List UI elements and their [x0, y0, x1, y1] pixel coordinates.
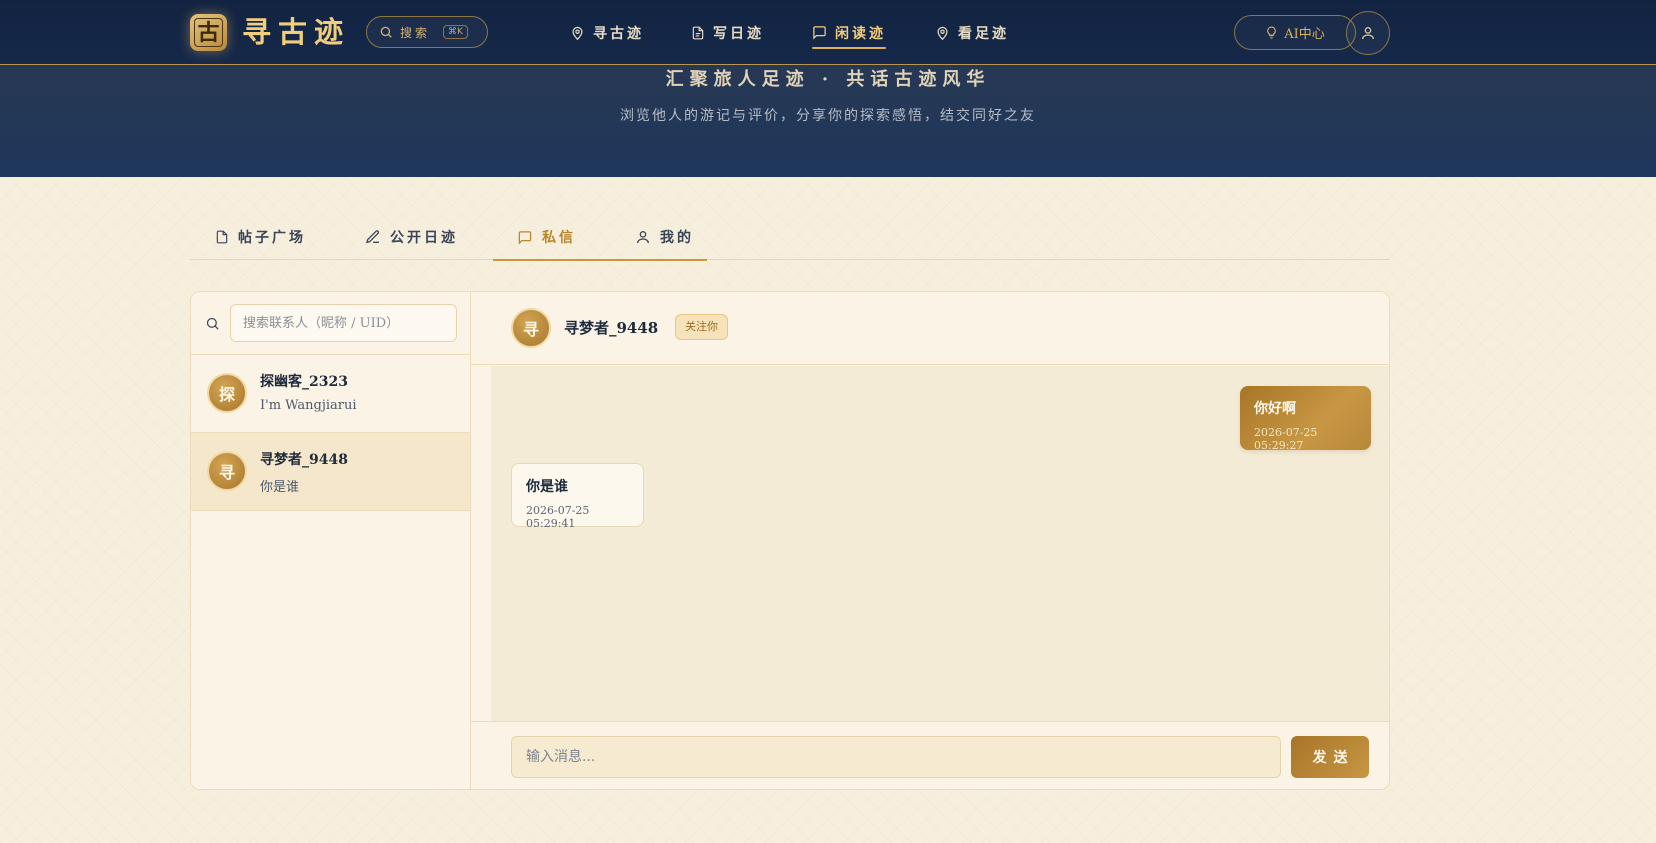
follow-status-badge: 关注你	[675, 314, 728, 340]
contact-name: 寻梦者_9448	[260, 452, 348, 468]
nav-item-footprints[interactable]: 看足迹	[935, 0, 1009, 65]
tab-mine[interactable]: 我的	[635, 214, 694, 260]
tab-public-journals[interactable]: 公开日迹	[365, 214, 458, 260]
contact-preview: I'm Wangjiarui	[260, 398, 357, 413]
tab-label: 公开日迹	[390, 230, 458, 246]
chat-window: 寻 寻梦者_9448 关注你 你好啊 2026-07-25 05:29:27 你…	[471, 292, 1389, 789]
top-navbar: 古 寻古迹 搜索 ⌘K 寻古迹 写日迹 闲读迹 看足迹 AI中心	[0, 0, 1656, 65]
search-icon	[205, 316, 220, 331]
hero-banner: 汇聚旅人足迹 · 共话古迹风华 浏览他人的游记与评价，分享你的探索感悟，结交同好…	[0, 65, 1656, 177]
nav-label: 闲读迹	[835, 25, 886, 42]
nav-label: 看足迹	[958, 25, 1009, 42]
search-label: 搜索	[400, 25, 431, 40]
contact-item[interactable]: 寻 寻梦者_9448 你是谁	[191, 433, 470, 511]
document-icon	[215, 229, 229, 245]
message-list[interactable]: 你好啊 2026-07-25 05:29:27 你是谁 2026-07-25 0…	[491, 366, 1389, 721]
contact-sidebar: 探 探幽客_2323 I'm Wangjiarui 寻 寻梦者_9448 你是谁	[191, 292, 471, 789]
message-text: 你好啊	[1254, 401, 1296, 417]
tab-label: 我的	[660, 230, 694, 246]
ai-center-label: AI中心	[1284, 27, 1325, 42]
composer: 发送	[471, 721, 1389, 789]
contact-preview: 你是谁	[260, 480, 300, 495]
nav-label: 寻古迹	[593, 25, 644, 42]
map-pin-icon	[570, 25, 585, 41]
message-bubble-outgoing: 你好啊 2026-07-25 05:29:27	[1240, 386, 1371, 452]
hero-subtitle: 浏览他人的游记与评价，分享你的探索感悟，结交同好之友	[620, 108, 1036, 124]
user-icon	[635, 229, 651, 245]
nav-item-read[interactable]: 闲读迹	[812, 0, 886, 65]
contact-search-input[interactable]	[230, 304, 457, 342]
peer-avatar[interactable]: 寻	[511, 308, 551, 348]
message-time: 2026-07-25 05:29:27	[1254, 426, 1318, 452]
messenger-panel: 探 探幽客_2323 I'm Wangjiarui 寻 寻梦者_9448 你是谁…	[190, 291, 1390, 790]
tab-posts[interactable]: 帖子广场	[215, 214, 306, 260]
pencil-icon	[365, 229, 381, 245]
hero-title: 汇聚旅人足迹 · 共话古迹风华	[665, 69, 991, 90]
document-icon	[691, 25, 705, 41]
chat-bubble-icon	[812, 25, 827, 40]
brand-title[interactable]: 寻古迹	[242, 14, 350, 51]
tab-private-messages-label[interactable]: 私信	[493, 214, 602, 261]
tab-label: 私信	[542, 230, 576, 246]
nav-item-find[interactable]: 寻古迹	[570, 0, 644, 65]
peer-name[interactable]: 寻梦者_9448	[564, 317, 658, 338]
send-button[interactable]: 发送	[1291, 736, 1369, 778]
contact-item[interactable]: 探 探幽客_2323 I'm Wangjiarui	[191, 355, 470, 433]
global-search-button[interactable]: 搜索 ⌘K	[366, 16, 488, 48]
avatar: 探	[207, 373, 247, 413]
contact-search	[191, 292, 470, 355]
map-pin-icon	[935, 25, 950, 41]
chat-header: 寻 寻梦者_9448 关注你	[471, 292, 1389, 365]
message-input[interactable]	[511, 736, 1281, 778]
community-tabs: 帖子广场 公开日迹 私信 我的	[190, 214, 1390, 261]
user-icon	[1360, 25, 1376, 41]
ai-center-button[interactable]: AI中心	[1234, 15, 1356, 50]
nav-item-write[interactable]: 写日迹	[691, 0, 764, 65]
user-menu-button[interactable]	[1346, 11, 1390, 55]
lightbulb-icon	[1265, 26, 1278, 39]
nav-label: 写日迹	[713, 25, 764, 42]
contact-name: 探幽客_2323	[260, 374, 348, 390]
message-text: 你是谁	[526, 479, 568, 495]
search-icon	[379, 25, 393, 39]
search-shortcut: ⌘K	[443, 25, 468, 39]
chat-bubble-icon	[517, 230, 533, 245]
avatar: 寻	[207, 451, 247, 491]
logo[interactable]: 古	[190, 14, 227, 51]
tab-label: 帖子广场	[238, 230, 306, 246]
message-bubble-incoming: 你是谁 2026-07-25 05:29:41	[511, 463, 644, 530]
message-time: 2026-07-25 05:29:41	[526, 504, 590, 530]
logo-char: 古	[194, 18, 223, 47]
